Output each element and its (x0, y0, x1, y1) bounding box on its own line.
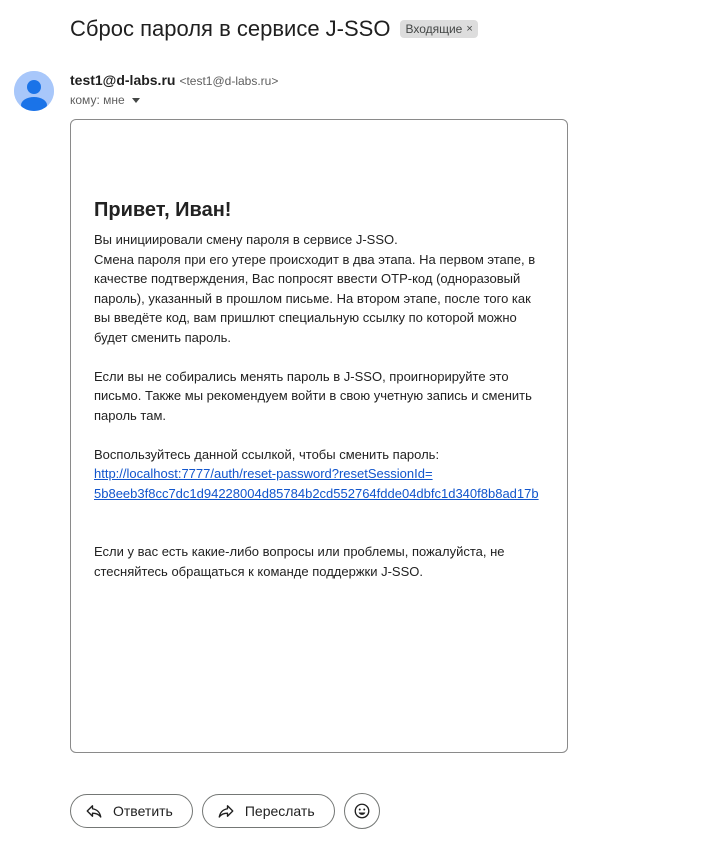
intro-paragraph: Вы инициировали смену пароля в сервисе J… (94, 232, 398, 247)
two-step-paragraph-line: будет сменить пароль. (94, 329, 232, 345)
reset-link-line: 5b8eeb3f8cc7dc1d94228004d85784b2cd552764… (94, 485, 539, 501)
recipients-details-toggle[interactable]: кому: мне (70, 93, 140, 107)
inbox-label-chip[interactable]: Входящие × (400, 20, 478, 38)
ignore-paragraph-line: письмо. Также мы рекомендуем войти в сво… (94, 388, 532, 403)
reply-label: Ответить (113, 803, 173, 819)
sender-line: test1@d-labs.ru <test1@d-labs.ru> (70, 72, 278, 88)
email-subject: Сброс пароля в сервисе J-SSO (70, 16, 391, 41)
reset-link-line: http://localhost:7777/auth/reset-passwor… (94, 466, 433, 481)
ignore-paragraph-line: пароль там. (94, 407, 167, 423)
email-body: Привет, Иван! Вы инициировали смену паро… (94, 198, 554, 581)
email-body-frame: Привет, Иван! Вы инициировали смену паро… (70, 119, 568, 753)
two-step-paragraph-line: качестве подтверждения, Вас попросят вве… (94, 271, 521, 286)
reset-password-link[interactable]: http://localhost:7777/auth/reset-passwor… (94, 464, 554, 503)
two-step-paragraph-line: Смена пароля при его утере происходит в … (94, 251, 536, 267)
inbox-label-text: Входящие (405, 22, 463, 36)
support-paragraph-line: Если у вас есть какие-либо вопросы или п… (94, 544, 505, 559)
greeting-heading: Привет, Иван! (94, 199, 232, 221)
recipients-label: кому: мне (70, 93, 125, 107)
sender-name[interactable]: test1@d-labs.ru (70, 72, 175, 88)
chevron-down-icon[interactable] (131, 97, 140, 103)
subject-row: Сброс пароля в сервисе J-SSO Входящие × (70, 13, 478, 45)
reply-icon (86, 805, 102, 818)
forward-label: Переслать (244, 803, 315, 819)
sender-email: <test1@d-labs.ru> (179, 74, 279, 88)
message-actions: Ответить Переслать (70, 793, 380, 829)
forward-icon (218, 805, 234, 818)
person-icon (14, 71, 54, 111)
support-paragraph-line: стесняйтесь обращаться к команде поддерж… (94, 563, 423, 579)
ignore-paragraph-line: Если вы не собирались менять пароль в J-… (94, 368, 509, 384)
two-step-paragraph-line: пароль), указанный в прошлом письме. На … (94, 290, 531, 306)
two-step-paragraph-line: вы введёте код, вам пришлют специальную … (94, 310, 517, 325)
link-intro-text: Воспользуйтесь данной ссылкой, чтобы сме… (94, 446, 440, 462)
emoji-icon (354, 803, 370, 819)
forward-button[interactable]: Переслать (201, 794, 335, 828)
reply-button[interactable]: Ответить (70, 794, 193, 828)
remove-label-icon[interactable]: × (466, 20, 472, 38)
avatar[interactable] (14, 71, 54, 111)
email-view: Сброс пароля в сервисе J-SSO Входящие × … (0, 0, 709, 844)
emoji-reaction-button[interactable] (343, 793, 380, 829)
